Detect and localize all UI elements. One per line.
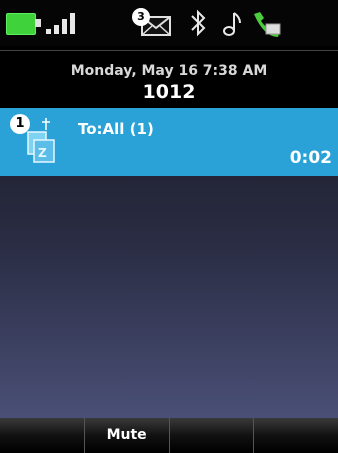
softkey-bar: Mute xyxy=(0,418,338,453)
call-label: To:All (1) xyxy=(78,120,154,138)
softkey-1[interactable] xyxy=(0,418,85,453)
softkey-3[interactable] xyxy=(170,418,255,453)
extension-number: 1012 xyxy=(142,81,196,103)
softkey-4[interactable] xyxy=(254,418,338,453)
call-row[interactable]: Z 1 To:All (1) 0:02 xyxy=(0,108,338,176)
date-time: Monday, May 16 7:38 AM xyxy=(70,63,268,79)
phone-screen: 3 Monday, May 16 7:38 AM 1012 Z 1 To:All… xyxy=(0,0,338,453)
mute-softkey[interactable]: Mute xyxy=(85,418,170,453)
phone-handset-icon xyxy=(250,8,284,38)
header: Monday, May 16 7:38 AM 1012 xyxy=(0,50,338,109)
bluetooth-icon xyxy=(188,8,208,38)
battery-tip xyxy=(35,19,41,27)
svg-text:Z: Z xyxy=(38,146,47,160)
call-timer: 0:02 xyxy=(289,148,332,168)
line-number-badge: 1 xyxy=(10,114,30,134)
envelope-icon[interactable]: 3 xyxy=(132,8,174,38)
battery-icon xyxy=(6,13,36,35)
signal-strength-icon xyxy=(46,12,84,34)
call-list: Z 1 To:All (1) 0:02 xyxy=(0,108,338,418)
message-count-badge: 3 xyxy=(132,8,150,26)
status-bar: 3 xyxy=(0,0,338,46)
music-note-icon xyxy=(222,9,244,37)
